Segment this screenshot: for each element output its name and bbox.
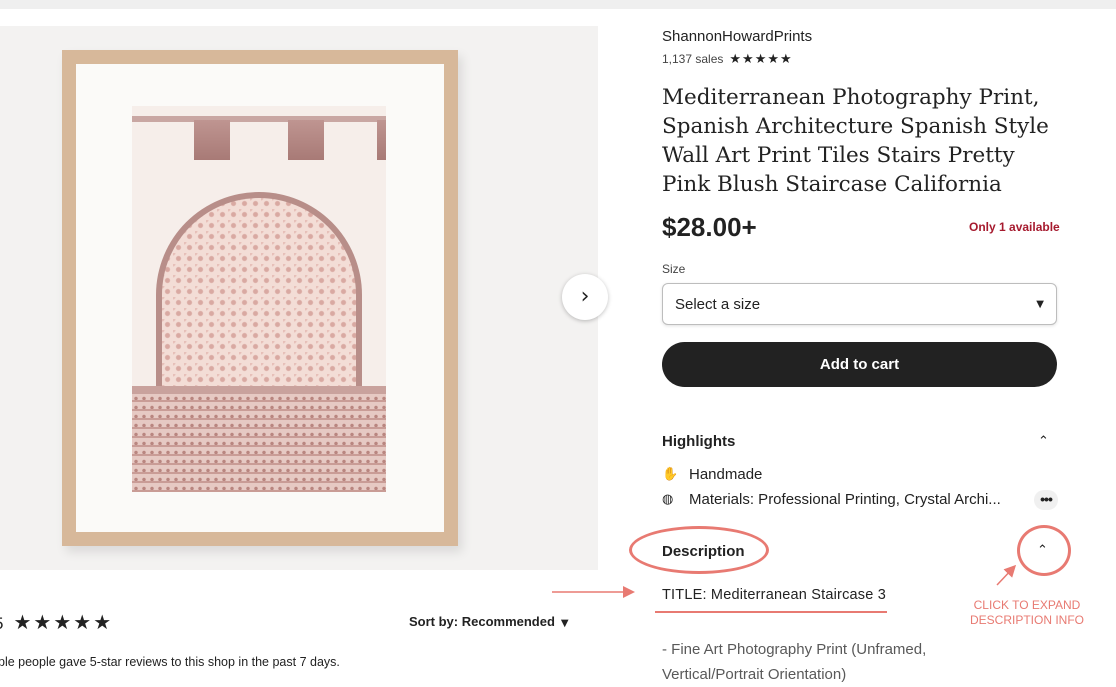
- review-stars-icon: ★★★★★: [13, 610, 114, 634]
- staircase-photo: [132, 106, 386, 492]
- highlight-text: Handmade: [689, 466, 763, 483]
- review-count: 5: [0, 614, 5, 633]
- frame-print-image: [62, 50, 458, 546]
- review-note: ple people gave 5-star reviews to this s…: [0, 655, 340, 669]
- listing-image[interactable]: [0, 26, 598, 570]
- sort-label: Sort by: Recommended: [409, 614, 555, 629]
- materials-icon: ◍: [662, 492, 674, 507]
- highlight-text: Materials: Professional Printing, Crysta…: [689, 491, 1001, 508]
- highlight-item: ✋ Handmade: [662, 466, 762, 483]
- shop-sales-rating: 1,137 sales ★★★★★: [662, 52, 793, 67]
- caret-down-icon: ▼: [560, 618, 569, 629]
- shop-stars-icon: ★★★★★: [729, 52, 793, 67]
- product-title: Mediterranean Photography Print, Spanish…: [662, 85, 1049, 197]
- chevron-up-icon[interactable]: ⌃: [1037, 543, 1048, 558]
- description-text: - Fine Art Photography Print (Unframed, …: [662, 641, 927, 683]
- hand-icon: ✋: [662, 467, 679, 482]
- add-to-cart-button[interactable]: Add to cart: [662, 342, 1057, 387]
- availability-badge: Only 1 available: [969, 220, 1060, 234]
- size-select[interactable]: Select a size ▼: [662, 283, 1057, 325]
- more-options-button[interactable]: •••: [1034, 490, 1058, 510]
- sort-dropdown[interactable]: Sort by: Recommended ▼: [409, 614, 569, 629]
- review-rating: 5 ★★★★★: [0, 610, 113, 634]
- product-price: $28.00+: [662, 212, 757, 242]
- next-image-button[interactable]: ›: [562, 274, 608, 320]
- chevron-right-icon: ›: [580, 284, 590, 309]
- description-heading[interactable]: Description: [662, 543, 745, 560]
- top-bar: [0, 0, 1116, 9]
- chevron-up-icon[interactable]: ⌃: [1038, 434, 1049, 449]
- caret-down-icon: ▼: [1036, 298, 1044, 310]
- sales-count: 1,137 sales: [662, 52, 724, 66]
- arrow-to-toggle-icon: [996, 564, 1017, 586]
- frame-mat: [76, 64, 444, 532]
- description-title-line: TITLE: Mediterranean Staircase 3: [662, 587, 886, 603]
- highlights-heading: Highlights: [662, 433, 736, 450]
- size-label: Size: [662, 262, 686, 276]
- shop-name-link[interactable]: ShannonHowardPrints: [662, 28, 812, 45]
- annotation-underline: [655, 611, 887, 613]
- highlight-item: ◍ Materials: Professional Printing, Crys…: [662, 491, 1022, 508]
- size-select-value: Select a size: [675, 295, 761, 313]
- annotation-label: CLICK TO EXPAND DESCRIPTION INFO: [969, 598, 1084, 627]
